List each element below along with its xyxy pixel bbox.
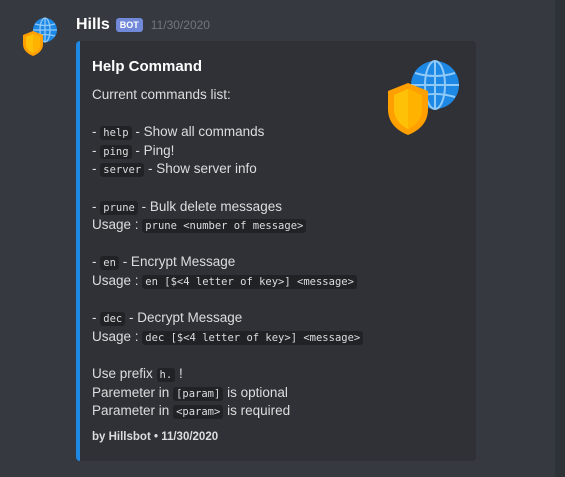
usage-line-dec: Usage : dec [$<4 letter of key>] <messag…: [92, 328, 392, 347]
command-line-prune: - prune - Bulk delete messages: [92, 198, 282, 215]
usage-code: prune <number of message>: [142, 219, 307, 234]
usage-code: dec [$<4 letter of key>] <message>: [142, 330, 364, 345]
embed-thumbnail[interactable]: [386, 59, 460, 135]
avatar[interactable]: [22, 16, 58, 56]
message-header: Hills BOT 11/30/2020: [76, 14, 210, 36]
usage-line-prune: Usage : prune <number of message>: [92, 216, 392, 235]
prefix-line: Use prefix h. !: [92, 365, 183, 382]
param-code: <param>: [173, 405, 224, 420]
command-line-server: - server - Show server info: [92, 161, 257, 178]
command-code: server: [100, 163, 145, 178]
embed: Help Command Current commands list: - he…: [76, 41, 476, 461]
timestamp: 11/30/2020: [150, 18, 210, 32]
globe-shield-icon: [23, 17, 57, 56]
command-line-en: - en - Encrypt Message: [92, 254, 236, 271]
scrollbar-track[interactable]: [555, 0, 565, 477]
param-required-line: Parameter in <param> is required: [92, 403, 291, 420]
bot-tag: BOT: [115, 18, 143, 32]
embed-footer: by Hillsbot • 11/30/2020: [92, 431, 219, 443]
chat-message: Hills BOT 11/30/2020 Help Command Curren…: [0, 0, 555, 477]
usage-line-en: Usage : en [$<4 letter of key>] <message…: [92, 272, 392, 291]
param-code: [param]: [173, 386, 224, 401]
command-code: help: [100, 126, 132, 141]
embed-description: Current commands list: - help - Show all…: [92, 86, 392, 421]
prefix-code: h.: [156, 367, 176, 382]
command-line-help: - help - Show all commands: [92, 124, 265, 141]
intro-text: Current commands list:: [92, 87, 231, 102]
embed-title: Help Command: [92, 58, 203, 75]
command-line-ping: - ping - Ping!: [92, 142, 175, 159]
command-code: en: [100, 256, 119, 271]
usage-code: en [$<4 letter of key>] <message>: [142, 274, 357, 289]
command-line-dec: - dec - Decrypt Message: [92, 310, 243, 327]
param-optional-line: Paremeter in [param] is optional: [92, 384, 288, 401]
command-code: prune: [100, 200, 138, 215]
globe-shield-icon: [388, 60, 459, 135]
command-code: ping: [100, 144, 132, 159]
username[interactable]: Hills: [76, 16, 110, 34]
command-code: dec: [100, 312, 126, 327]
